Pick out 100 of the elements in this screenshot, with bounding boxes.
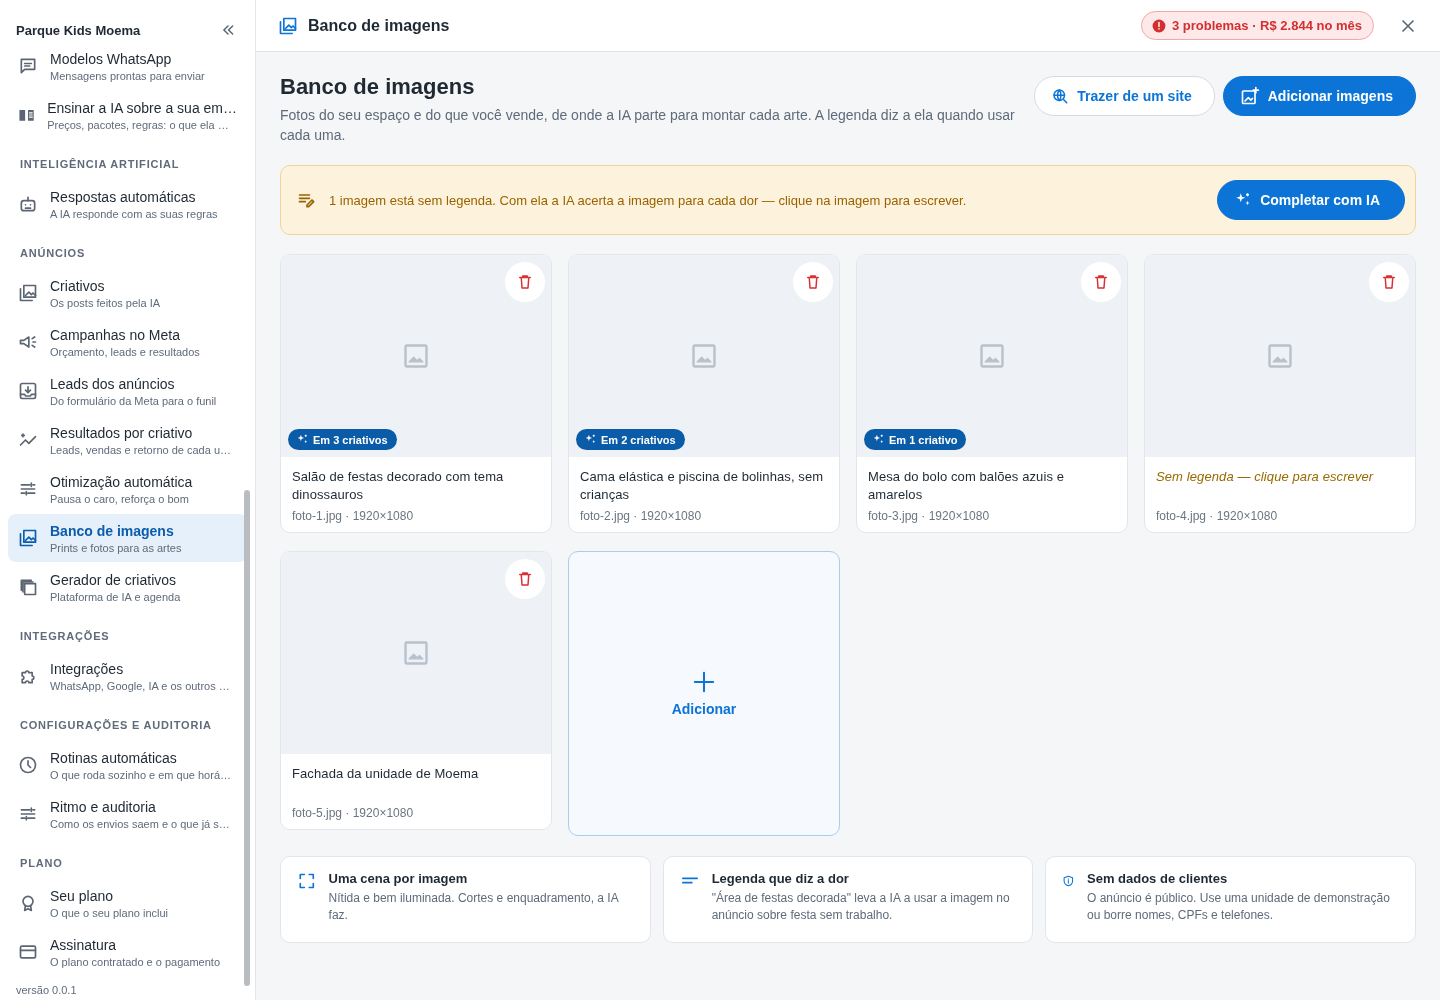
image-icon xyxy=(402,639,430,667)
image-card[interactable]: Fachada da unidade de Moema foto-5.jpg · 1920×1080 xyxy=(280,551,552,830)
tip-title: Uma cena por imagem xyxy=(328,871,469,886)
nav-title: Modelos WhatsApp xyxy=(50,50,173,67)
sliders-icon xyxy=(18,479,38,499)
web-search-icon xyxy=(1051,87,1070,105)
nav-item[interactable]: Banco de imagens Prints e fotos para as artes xyxy=(8,514,247,562)
usage-badge: Em 3 criativos xyxy=(288,429,397,450)
version-label: versão 0.0.1 xyxy=(15,984,78,998)
nav-title: Ritmo e auditoria xyxy=(50,798,157,815)
add-image-icon xyxy=(1239,86,1260,106)
nav-title: Leads dos anúncios xyxy=(50,375,176,392)
nav-title: Resultados por criativo xyxy=(50,424,194,441)
usage-badge: Em 1 criativo xyxy=(864,429,967,450)
lines-icon xyxy=(681,877,698,884)
image-stack-icon xyxy=(278,15,298,36)
nav-subtitle: Leads, vendas e retorno de cada u… xyxy=(50,443,231,456)
nav-title: Campanhas no Meta xyxy=(50,326,181,343)
nav-title: Respostas automáticas xyxy=(50,188,197,205)
alert-icon xyxy=(1151,18,1166,33)
image-caption: Mesa do bolo com balões azuis e amarelos xyxy=(868,468,1066,504)
collapse-icon[interactable] xyxy=(221,23,235,37)
section-heading: PLANO xyxy=(19,856,64,871)
nav-subtitle: A IA responde com as suas regras xyxy=(50,207,218,220)
nav-subtitle: Preços, pacotes, regras: o que ela … xyxy=(47,118,230,131)
nav-item[interactable]: Ritmo e auditoria Como os envios saem e o que já s… xyxy=(8,790,247,838)
trash-icon xyxy=(1380,273,1398,291)
image-icon xyxy=(690,342,718,370)
nav-item[interactable]: Otimização automática Pausa o caro, reforça o bom xyxy=(8,465,247,513)
workspace-name: Parque Kids Moema xyxy=(16,22,141,38)
add-images-button[interactable]: Adicionar imagens xyxy=(1222,76,1416,116)
nav-item[interactable]: Rotinas automáticas O que roda sozinho e em que horá… xyxy=(8,741,247,789)
image-card[interactable]: Sem legenda — clique para escrever foto-4.jpg · 1920×1080 xyxy=(1144,254,1416,533)
tip-title: Sem dados de clientes xyxy=(1087,871,1229,886)
complete-with-ai-button[interactable]: Completar com IA xyxy=(1217,180,1405,220)
banner-text: 1 imagem está sem legenda. Com ela a IA acerta a imagem para cada dor — clique na imagem para escrever. xyxy=(329,192,968,208)
nav-item[interactable]: Respostas automáticas A IA responde com as suas regras xyxy=(8,180,247,228)
delete-button[interactable] xyxy=(1081,262,1121,302)
nav-item[interactable]: Resultados por criativo Leads, vendas e retorno de cada u… xyxy=(8,416,247,464)
image-card[interactable]: Em 3 criativos Salão de festas decorado com tema dinossauros foto-1.jpg · 1920×1080 xyxy=(280,254,552,533)
caption-placeholder[interactable]: Sem legenda — clique para escrever xyxy=(1156,468,1404,506)
image-caption: Salão de festas decorado com tema dinossauros xyxy=(292,468,505,504)
trash-icon xyxy=(1092,273,1110,291)
page-description: Fotos do seu espaço e do que você vende, de onde a IA parte para montar cada arte. A legenda diz a ela quando usar cada uma. xyxy=(280,106,1016,145)
file-info: foto-2.jpg · 1920×1080 xyxy=(580,509,703,523)
sliders-icon xyxy=(18,804,38,824)
file-info: foto-3.jpg · 1920×1080 xyxy=(868,509,991,523)
nav-subtitle: Como os envios saem e o que já s… xyxy=(50,817,230,830)
problems-text: 3 problemas · R$ 2.844 no mês xyxy=(1171,18,1362,33)
add-image-tile[interactable]: Adicionar xyxy=(568,551,840,836)
section-heading: INTEGRAÇÕES xyxy=(19,629,111,644)
image-card[interactable]: Em 1 criativo Mesa do bolo com balões azuis e amarelos foto-3.jpg · 1920×1080 xyxy=(856,254,1128,533)
image-stack-icon xyxy=(18,283,38,303)
nav-title: Integrações xyxy=(50,660,125,677)
delete-button[interactable] xyxy=(793,262,833,302)
nav-item[interactable]: Ensinar a IA sobre a sua em… Preços, pacotes, regras: o que ela … xyxy=(8,91,247,139)
delete-button[interactable] xyxy=(505,262,545,302)
nav-item[interactable]: Integrações WhatsApp, Google, IA e os outros … xyxy=(8,652,247,700)
nav-title: Banco de imagens xyxy=(50,522,175,539)
nav-title: Gerador de criativos xyxy=(50,571,178,588)
nav-title: Ensinar a IA sobre a sua em… xyxy=(47,99,237,116)
nav-title: Otimização automática xyxy=(50,473,193,490)
nav-item[interactable]: Leads dos anúncios Do formulário da Meta para o funil xyxy=(8,367,247,415)
nav-subtitle: O que roda sozinho e em que horá… xyxy=(50,768,231,781)
trash-icon xyxy=(516,273,534,291)
nav-subtitle: Mensagens prontas para enviar xyxy=(50,69,205,82)
nav-item[interactable]: Assinatura O plano contratado e o pagamento xyxy=(8,928,247,976)
tip-text: "Área de festas decorada" leva a IA a usar a imagem no anúncio sobre festa sem trabalho. xyxy=(711,890,1011,924)
image-card[interactable]: Em 2 criativos Cama elástica e piscina de bolinhas, sem crianças foto-2.jpg · 1920×1080 xyxy=(568,254,840,533)
file-info: foto-5.jpg · 1920×1080 xyxy=(292,806,415,820)
problems-badge[interactable]: 3 problemas · R$ 2.844 no mês xyxy=(1140,11,1374,40)
nav-subtitle: Prints e fotos para as artes xyxy=(50,541,182,554)
credit-card-icon xyxy=(18,942,38,962)
scrollbar-thumb[interactable] xyxy=(244,490,250,986)
nav-subtitle: Pausa o caro, reforça o bom xyxy=(50,492,190,505)
image-icon xyxy=(1266,342,1294,370)
nav-item[interactable]: Modelos WhatsApp Mensagens prontas para enviar xyxy=(8,42,247,90)
tip-text: O anúncio é público. Use uma unidade de demonstração ou borre nomes, CPFs e telefones. xyxy=(1087,890,1391,924)
nav-item[interactable]: Criativos Os posts feitos pela IA xyxy=(8,269,247,317)
section-heading: INTELIGÊNCIA ARTIFICIAL xyxy=(19,157,181,172)
nav-subtitle: Plataforma de IA e agenda xyxy=(50,590,181,603)
delete-button[interactable] xyxy=(1369,262,1409,302)
plus-icon xyxy=(693,670,715,693)
robot-icon xyxy=(18,194,38,214)
nav-item[interactable]: Gerador de criativos Plataforma de IA e agenda xyxy=(8,563,247,611)
image-stack-icon xyxy=(18,528,38,548)
nav-item[interactable]: Seu plano O que o seu plano inclui xyxy=(8,879,247,927)
nav-item[interactable]: Campanhas no Meta Orçamento, leads e resultados xyxy=(8,318,247,366)
window-title: Banco de imagens xyxy=(308,16,451,35)
nav-title: Criativos xyxy=(50,277,106,294)
import-from-site-button[interactable]: Trazer de um site xyxy=(1034,76,1215,116)
nav-title: Seu plano xyxy=(50,887,115,904)
download-tray-icon xyxy=(18,381,38,401)
tip-title: Legenda que diz a dor xyxy=(711,871,850,886)
chat-icon xyxy=(18,56,38,76)
delete-button[interactable] xyxy=(505,559,545,599)
trash-icon xyxy=(804,273,822,291)
page-title: Banco de imagens xyxy=(280,74,476,100)
section-heading: CONFIGURAÇÕES E AUDITORIA xyxy=(19,718,213,733)
trash-icon xyxy=(516,570,534,588)
